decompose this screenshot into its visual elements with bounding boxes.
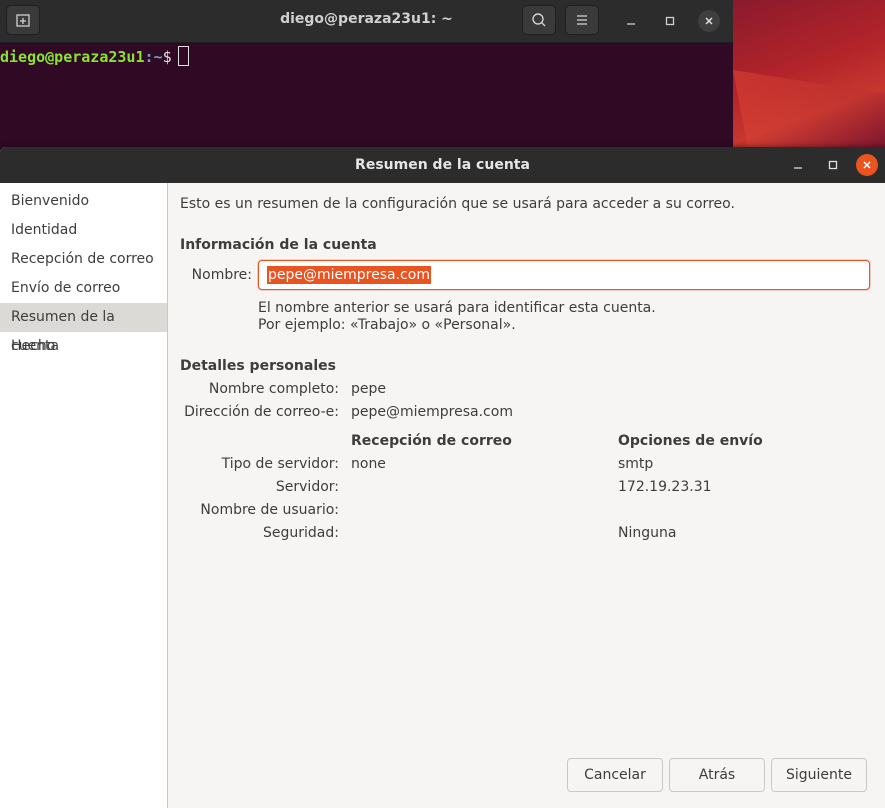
minimize-icon <box>627 23 635 25</box>
account-name-input[interactable]: pepe@miempresa.com <box>258 260 870 290</box>
send-heading: Opciones de envío <box>618 433 763 449</box>
email-label: Dirección de correo-e: <box>184 404 339 420</box>
minimize-icon <box>794 167 802 169</box>
maximize-icon <box>665 16 675 26</box>
personal-details-heading: Detalles personales <box>180 358 336 374</box>
send-server: 172.19.23.31 <box>618 479 712 495</box>
close-icon <box>863 161 871 169</box>
desktop-wallpaper <box>733 0 885 150</box>
account-name-hint: El nombre anterior se usará para identif… <box>258 300 656 334</box>
security-label: Seguridad: <box>263 525 339 541</box>
name-label: Nombre: <box>191 267 252 283</box>
account-summary-dialog[interactable]: Resumen de la cuenta Bienvenido Identida… <box>0 147 885 808</box>
menu-button[interactable] <box>565 5 599 35</box>
hint-line-1: El nombre anterior se usará para identif… <box>258 300 656 316</box>
hamburger-menu-icon <box>577 15 587 25</box>
send-server-type: smtp <box>618 456 654 472</box>
receive-heading: Recepción de correo <box>351 433 512 449</box>
hint-line-2: Por ejemplo: «Trabajo» o «Personal». <box>258 317 516 333</box>
wizard-sidebar: Bienvenido Identidad Recepción de correo… <box>0 183 168 808</box>
sidebar-item-recepcion[interactable]: Recepción de correo <box>0 245 167 274</box>
sidebar-item-identidad[interactable]: Identidad <box>0 216 167 245</box>
email-value: pepe@miempresa.com <box>351 404 513 420</box>
dialog-close-button[interactable] <box>856 154 878 176</box>
maximize-icon <box>828 160 838 170</box>
terminal-cursor <box>177 46 189 66</box>
next-button[interactable]: Siguiente <box>771 758 867 792</box>
account-name-value: pepe@miempresa.com <box>267 266 431 284</box>
terminal-maximize-button[interactable] <box>659 10 681 32</box>
terminal-window[interactable]: diego@peraza23u1: ~ diego@peraza23u1:~$ <box>0 0 733 150</box>
send-security: Ninguna <box>618 525 677 541</box>
terminal-output[interactable]: diego@peraza23u1:~$ <box>0 43 733 66</box>
sidebar-item-bienvenido[interactable]: Bienvenido <box>0 187 167 216</box>
fullname-value: pepe <box>351 381 386 397</box>
receive-server-type: none <box>351 456 386 472</box>
sidebar-item-hecho[interactable]: Hecho <box>0 332 167 361</box>
server-label: Servidor: <box>275 479 339 495</box>
cancel-button[interactable]: Cancelar <box>567 758 663 792</box>
intro-text: Esto es un resumen de la configuración q… <box>180 196 735 212</box>
fullname-label: Nombre completo: <box>208 381 339 397</box>
back-button[interactable]: Atrás <box>669 758 765 792</box>
sidebar-item-envio[interactable]: Envío de correo <box>0 274 167 303</box>
terminal-close-button[interactable] <box>698 10 720 32</box>
close-icon <box>705 17 713 25</box>
prompt-path: :~ <box>144 48 163 66</box>
dialog-titlebar[interactable]: Resumen de la cuenta <box>0 147 885 183</box>
summary-content: Esto es un resumen de la configuración q… <box>180 183 885 808</box>
dialog-minimize-button[interactable] <box>787 154 809 176</box>
prompt-user: diego@peraza23u1 <box>0 48 145 66</box>
server-type-label: Tipo de servidor: <box>221 456 339 472</box>
terminal-titlebar[interactable]: diego@peraza23u1: ~ <box>0 0 733 43</box>
sidebar-item-resumen[interactable]: Resumen de la cuenta <box>0 303 167 354</box>
prompt-symbol: $ <box>162 48 172 66</box>
dialog-maximize-button[interactable] <box>822 154 844 176</box>
terminal-minimize-button[interactable] <box>620 10 642 32</box>
search-icon <box>532 13 546 27</box>
account-info-heading: Información de la cuenta <box>180 237 377 253</box>
search-button[interactable] <box>522 5 556 35</box>
wallpaper-shape <box>733 70 885 150</box>
dialog-title: Resumen de la cuenta <box>355 157 530 173</box>
username-label: Nombre de usuario: <box>200 502 339 518</box>
